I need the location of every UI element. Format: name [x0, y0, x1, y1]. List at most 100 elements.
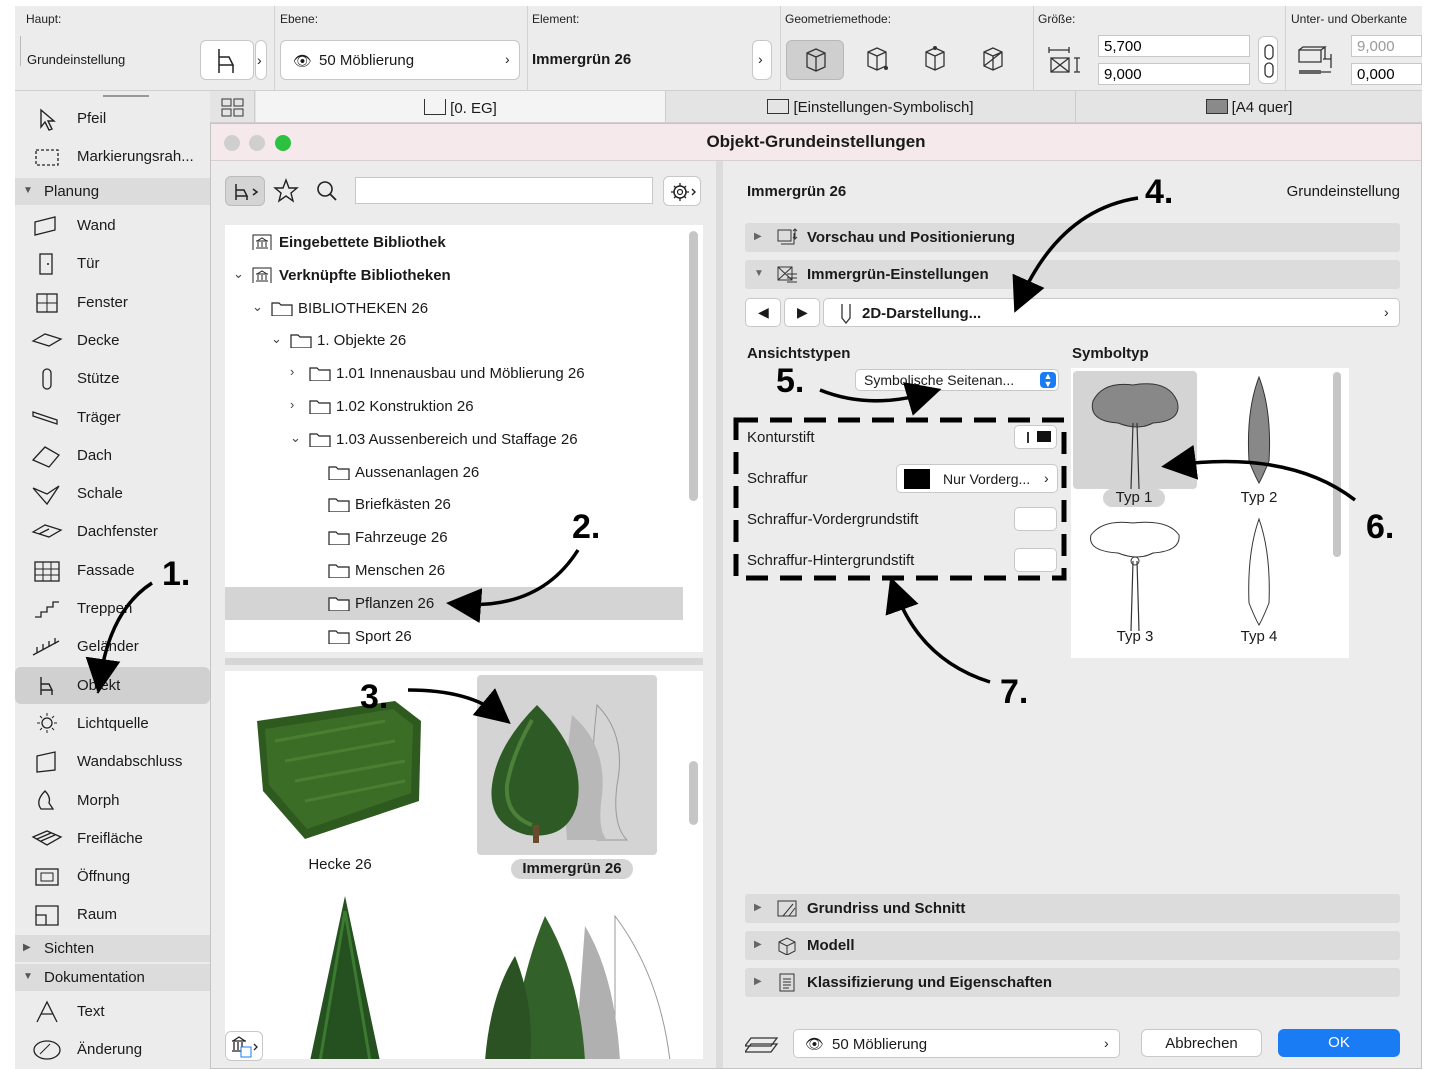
vordergrundstift-field[interactable]: [1014, 507, 1057, 531]
chevron-down-icon[interactable]: ⌄: [290, 430, 301, 446]
geometry-method-3-button[interactable]: [911, 40, 961, 80]
tool-raum[interactable]: Raum: [15, 896, 210, 933]
tool-tür[interactable]: Tür: [15, 245, 210, 282]
library-search-input[interactable]: [355, 177, 653, 204]
chevron-down-icon[interactable]: ⌄: [252, 299, 263, 315]
symbol-typ-4[interactable]: Typ 4: [1197, 513, 1321, 653]
tool-fenster[interactable]: Fenster: [15, 284, 210, 321]
tree-item[interactable]: Briefkästen 26: [225, 488, 683, 521]
tree-item[interactable]: › 1.01 Innenausbau und Möblierung 26: [225, 357, 683, 390]
symbol-typ-1[interactable]: [1073, 371, 1197, 489]
panel-splitter[interactable]: [716, 161, 723, 1068]
symbol-typ-3[interactable]: Typ 3: [1073, 513, 1197, 653]
tool-geländer[interactable]: Geländer: [15, 628, 210, 665]
tree-item[interactable]: Fahrzeuge 26: [225, 521, 683, 554]
symbol-typ-2[interactable]: Typ 2: [1197, 371, 1321, 511]
tree-group-image[interactable]: [485, 896, 675, 1059]
section-grundriss[interactable]: ▶ Grundriss und Schnitt: [745, 894, 1400, 923]
ansichtstypen-select[interactable]: Symbolische Seitenan... ▲ ▼: [855, 369, 1059, 391]
size-a-field[interactable]: [1098, 35, 1250, 57]
tool-objekt[interactable]: Objekt: [15, 666, 210, 704]
tab-a4-quer[interactable]: [A4 quer]: [1076, 91, 1422, 122]
tab-einstellungen[interactable]: [Einstellungen-Symbolisch]: [666, 91, 1076, 122]
haupt-value: Grundeinstellung: [27, 52, 126, 67]
lock-ratio-button[interactable]: [1258, 36, 1278, 84]
tree-item[interactable]: ⌄ BIBLIOTHEKEN 26: [225, 292, 683, 325]
footer-layer-selector[interactable]: 👁 50 Möblierung ›: [793, 1029, 1120, 1058]
tab-overview-button[interactable]: [210, 91, 255, 122]
prev-page-button[interactable]: ◀: [745, 298, 781, 327]
tree-item[interactable]: Sport 26: [225, 620, 683, 653]
size-b-field[interactable]: [1098, 63, 1250, 85]
tree-item-selected[interactable]: Pflanzen 26: [225, 586, 683, 620]
drag-handle[interactable]: [103, 95, 149, 97]
spruce-image[interactable]: [285, 891, 405, 1059]
tool-morph[interactable]: Morph: [15, 782, 210, 819]
layer-selector[interactable]: 👁 50 Möblierung ›: [280, 40, 520, 80]
tool-schale[interactable]: Schale: [15, 475, 210, 512]
preview-immergruen-selected[interactable]: [477, 675, 657, 855]
tree-item[interactable]: ⌄ 1. Objekte 26: [225, 324, 683, 357]
section-modell[interactable]: ▶ Modell: [745, 931, 1400, 960]
tool-lichtquelle[interactable]: Lichtquelle: [15, 705, 210, 742]
hintergrundstift-field[interactable]: [1014, 548, 1057, 572]
tree-item[interactable]: Aussenanlagen 26: [225, 456, 683, 489]
group-planung[interactable]: ▼ Planung: [15, 178, 210, 205]
cancel-button[interactable]: Abbrechen: [1141, 1029, 1262, 1057]
object-tool-button[interactable]: [200, 40, 254, 80]
page-selector[interactable]: 2D-Darstellung... ›: [823, 298, 1400, 327]
chevron-right-icon[interactable]: ›: [290, 364, 294, 379]
tree-item[interactable]: ⌄ 1.03 Aussenbereich und Staffage 26: [225, 423, 683, 456]
tool-decke[interactable]: Decke: [15, 322, 210, 359]
tab-floorplan[interactable]: [0. EG]: [256, 91, 666, 122]
tool-dachfenster[interactable]: Dachfenster: [15, 513, 210, 550]
tree-item-label: 1.01 Innenausbau und Möblierung 26: [336, 365, 585, 383]
tree-item[interactable]: › 1.02 Konstruktion 26: [225, 390, 683, 423]
tool-text[interactable]: Text: [15, 993, 210, 1030]
chevron-down-icon[interactable]: ⌄: [233, 266, 244, 282]
tree-item[interactable]: Eingebettete Bibliothek: [225, 226, 683, 259]
geometry-method-2-button[interactable]: [853, 40, 903, 80]
schraffur-select[interactable]: Nur Vorderg... ›: [896, 464, 1058, 493]
chevron-down-icon[interactable]: ⌄: [271, 331, 282, 347]
tool-treppen[interactable]: Treppen: [15, 590, 210, 627]
tool-stütze[interactable]: Stütze: [15, 360, 210, 397]
library-options-button[interactable]: [663, 176, 701, 206]
folder-view-button[interactable]: [225, 176, 265, 206]
geometry-method-1-button[interactable]: [786, 40, 844, 80]
element-chevron-button[interactable]: ›: [752, 40, 772, 80]
tool-änderung[interactable]: Änderung: [15, 1031, 210, 1068]
group-dokumentation[interactable]: ▼ Dokumentation: [15, 964, 210, 991]
preview-scrollbar[interactable]: [689, 761, 698, 825]
tree-item[interactable]: Menschen 26: [225, 554, 683, 587]
chevron-right-icon[interactable]: ›: [290, 397, 294, 412]
section-vorschau[interactable]: ▶ Vorschau und Positionierung: [745, 223, 1400, 252]
tool-freifläche[interactable]: Freifläche: [15, 820, 210, 857]
group-sichten[interactable]: ▶ Sichten: [15, 935, 210, 962]
search-icon[interactable]: [315, 179, 339, 203]
chair-icon: [235, 184, 259, 200]
tree-scrollbar[interactable]: [689, 231, 698, 501]
next-page-button[interactable]: ▶: [784, 298, 820, 327]
tool-markierungsrahmen[interactable]: Markierungsrah...: [15, 138, 210, 175]
star-icon[interactable]: [273, 178, 299, 204]
tool-wand[interactable]: Wand: [15, 207, 210, 244]
konturstift-field[interactable]: [1014, 425, 1057, 449]
section-immergruen[interactable]: ▼ Immergrün-Einstellungen: [745, 260, 1400, 289]
library-manager-button[interactable]: [225, 1031, 263, 1061]
preview-hecke[interactable]: Hecke 26: [245, 681, 435, 881]
tool-träger[interactable]: Träger: [15, 399, 210, 436]
splitter[interactable]: [225, 658, 703, 665]
section-klassifizierung[interactable]: ▶ Klassifizierung und Eigenschaften: [745, 968, 1400, 997]
tool-pfeil[interactable]: Pfeil: [15, 100, 210, 137]
bottom-elevation-field[interactable]: [1351, 63, 1422, 85]
top-elevation-field[interactable]: [1351, 35, 1422, 57]
tool-dach[interactable]: Dach: [15, 437, 210, 474]
geometry-method-4-button[interactable]: [969, 40, 1019, 80]
symbol-scrollbar[interactable]: [1333, 372, 1341, 557]
tool-chevron-button[interactable]: ›: [255, 40, 267, 80]
tree-item[interactable]: ⌄ Verknüpfte Bibliotheken: [225, 259, 683, 292]
ok-button[interactable]: OK: [1278, 1029, 1400, 1057]
tool-wandabschluss[interactable]: Wandabschluss: [15, 743, 210, 780]
tool-öffnung[interactable]: Öffnung: [15, 858, 210, 895]
